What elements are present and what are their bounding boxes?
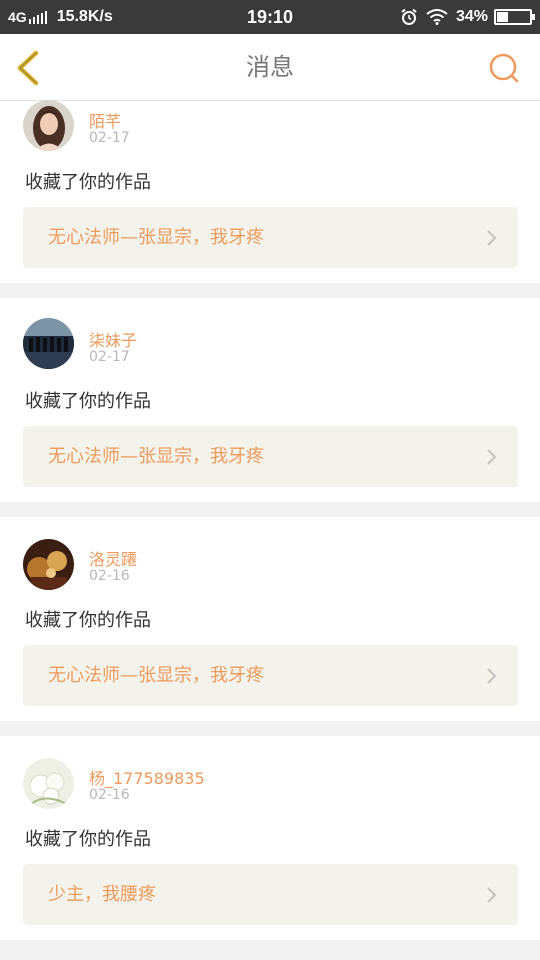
alarm-icon bbox=[401, 8, 417, 25]
work-title: 无心法师—张显宗，我牙疼 bbox=[48, 665, 264, 686]
action-text: 收藏了你的作品 bbox=[25, 610, 151, 631]
avatar-photo bbox=[23, 539, 74, 590]
avatar[interactable] bbox=[23, 758, 74, 809]
work-title: 无心法师—张显宗，我牙疼 bbox=[48, 446, 264, 467]
avatar[interactable] bbox=[23, 318, 74, 369]
action-text: 收藏了你的作品 bbox=[25, 391, 151, 412]
card-divider bbox=[0, 502, 540, 517]
avatar-photo bbox=[23, 318, 74, 369]
action-text: 收藏了你的作品 bbox=[25, 829, 151, 850]
message-card: 柒妹子 02-17 收藏了你的作品 无心法师—张显宗，我牙疼 bbox=[0, 298, 540, 502]
card-divider bbox=[0, 721, 540, 736]
page-title: 消息 bbox=[246, 53, 294, 81]
action-text: 收藏了你的作品 bbox=[25, 172, 151, 193]
message-card: 洛灵蹮 02-16 收藏了你的作品 无心法师—张显宗，我牙疼 bbox=[0, 517, 540, 721]
chevron-right-icon bbox=[487, 449, 497, 465]
message-card: 杨_177589835 02-16 收藏了你的作品 少主，我腰疼 bbox=[0, 736, 540, 940]
avatar-photo bbox=[23, 100, 74, 151]
message-date: 02-17 bbox=[89, 130, 130, 146]
avatar-photo bbox=[23, 758, 74, 809]
work-link[interactable]: 无心法师—张显宗，我牙疼 bbox=[23, 426, 518, 487]
message-date: 02-17 bbox=[89, 349, 130, 365]
username[interactable]: 柒妹子 bbox=[89, 327, 137, 351]
username[interactable]: 杨_177589835 bbox=[89, 765, 205, 789]
search-icon bbox=[489, 53, 519, 83]
message-date: 02-16 bbox=[89, 568, 130, 584]
card-divider bbox=[0, 940, 540, 955]
avatar[interactable] bbox=[23, 539, 74, 590]
battery-percent: 34% bbox=[455, 8, 488, 25]
chevron-left-icon bbox=[17, 50, 39, 86]
work-title: 少主，我腰疼 bbox=[48, 884, 156, 905]
search-button[interactable] bbox=[488, 52, 520, 84]
chevron-right-icon bbox=[487, 668, 497, 684]
message-card: 陌芊 02-17 收藏了你的作品 无心法师—张显宗，我牙疼 bbox=[0, 100, 540, 283]
status-bar: 4G 15.8K/s 19:10 34% bbox=[0, 0, 540, 34]
work-title: 无心法师—张显宗，我牙疼 bbox=[48, 227, 264, 248]
work-link[interactable]: 少主，我腰疼 bbox=[23, 864, 518, 925]
message-list: 陌芊 02-17 收藏了你的作品 无心法师—张显宗，我牙疼 柒妹子 02-17 … bbox=[0, 100, 540, 955]
chevron-right-icon bbox=[487, 887, 497, 903]
status-right: 34% bbox=[400, 0, 535, 34]
wifi-icon bbox=[426, 9, 448, 25]
username[interactable]: 陌芊 bbox=[89, 108, 121, 132]
battery-icon bbox=[494, 9, 535, 25]
work-link[interactable]: 无心法师—张显宗，我牙疼 bbox=[23, 645, 518, 706]
card-divider bbox=[0, 283, 540, 298]
nav-bar: 消息 bbox=[0, 34, 540, 101]
battery-level bbox=[497, 12, 508, 22]
work-link[interactable]: 无心法师—张显宗，我牙疼 bbox=[23, 207, 518, 268]
message-date: 02-16 bbox=[89, 787, 130, 803]
back-button[interactable] bbox=[12, 48, 48, 88]
avatar[interactable] bbox=[23, 100, 74, 151]
username[interactable]: 洛灵蹮 bbox=[89, 546, 137, 570]
chevron-right-icon bbox=[487, 230, 497, 246]
